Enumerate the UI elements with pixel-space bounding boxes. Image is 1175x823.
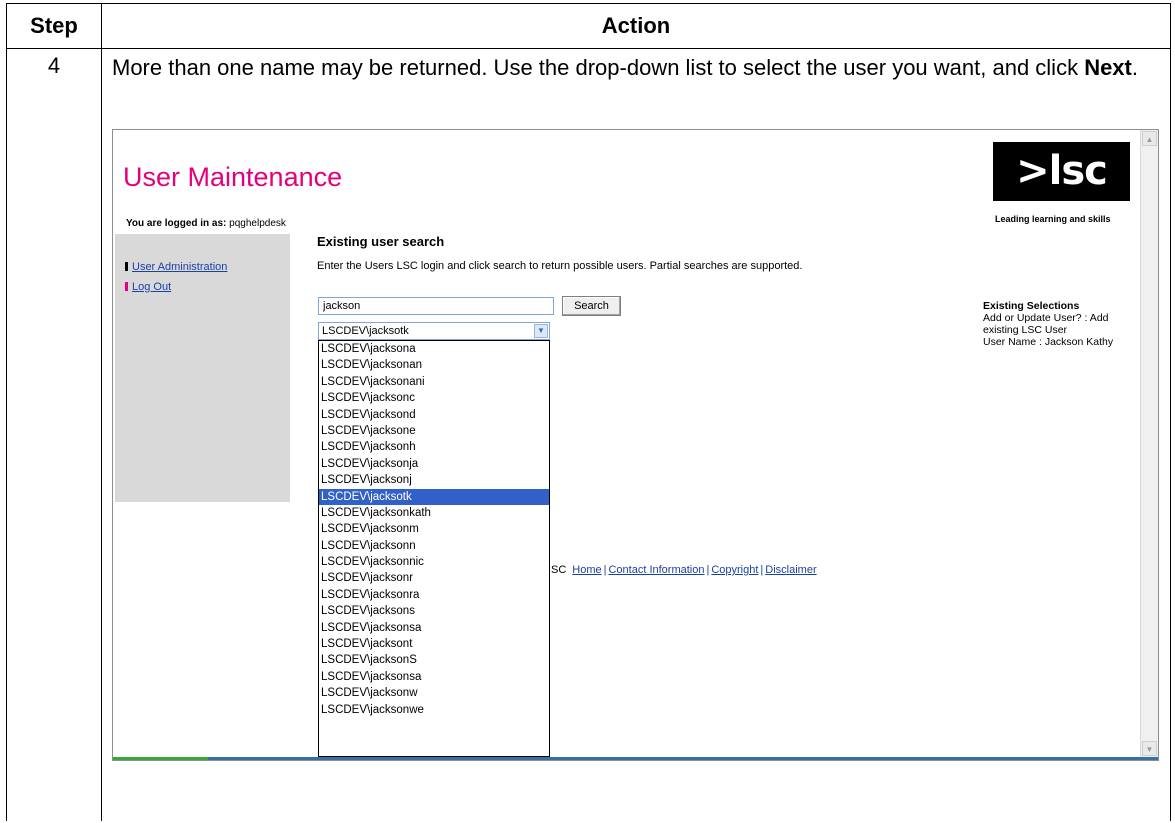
dropdown-option[interactable]: LSCDEV\jacksonnic [319, 554, 549, 570]
search-button[interactable]: Search [562, 296, 621, 316]
dropdown-option[interactable]: LSCDEV\jacksonsa [319, 620, 549, 636]
dropdown-option[interactable]: LSCDEV\jacksonra [319, 587, 549, 603]
footer-link-disclaimer[interactable]: Disclaimer [765, 564, 816, 576]
action-cell: More than one name may be returned. Use … [101, 48, 1171, 821]
header-action: Action [101, 3, 1171, 49]
dropdown-option[interactable]: LSCDEV\jacksonn [319, 538, 549, 554]
scroll-down-icon[interactable]: ▼ [1142, 741, 1157, 756]
instruction-end: . [1131, 55, 1138, 80]
step-cell: 4 [6, 48, 102, 821]
existing-selections-line1: Add or Update User? : Add existing LSC U… [983, 312, 1109, 336]
dropdown-option[interactable]: LSCDEV\jacksonm [319, 521, 549, 537]
dropdown-option[interactable]: LSCDEV\jacksonh [319, 439, 549, 455]
dropdown-option[interactable]: LSCDEV\jacksonani [319, 374, 549, 390]
dropdown-option[interactable]: LSCDEV\jacksone [319, 423, 549, 439]
dropdown-option[interactable]: LSCDEV\jacksona [319, 341, 549, 357]
vertical-scrollbar[interactable]: ▲ ▼ [1140, 130, 1158, 757]
bottom-bar-accent [113, 757, 208, 760]
lsc-logo: >lsc [993, 142, 1130, 201]
bottom-bar [113, 757, 1158, 760]
dropdown-option[interactable]: LSCDEV\jacksonwe [319, 702, 549, 718]
dropdown-option[interactable]: LSCDEV\jacksotk [319, 488, 549, 505]
header-step: Step [6, 3, 102, 49]
search-input[interactable] [318, 297, 554, 315]
sidebar-item-label: User Administration [132, 261, 228, 273]
instruction-text: More than one name may be returned. Use … [112, 55, 1085, 80]
step-row: 4 More than one name may be returned. Us… [6, 48, 1171, 821]
dropdown-option[interactable]: LSCDEV\jacksonw [319, 685, 549, 701]
footer-separator: | [760, 564, 764, 576]
footer-separator: | [603, 564, 607, 576]
bullet-icon [125, 282, 128, 291]
chevron-down-icon[interactable]: ▼ [534, 324, 548, 338]
dropdown-options: LSCDEV\jacksona LSCDEV\jacksonan LSCDEV\ja… [319, 341, 549, 718]
sidebar-item-log-out[interactable]: Log Out [125, 281, 171, 293]
dropdown-option[interactable]: LSCDEV\jacksonj [319, 472, 549, 488]
logged-in-user: pqghelpdesk [229, 218, 286, 229]
logged-in-label: You are logged in as: [126, 218, 227, 229]
user-select[interactable]: LSCDEV\jacksotk ▼ [318, 322, 550, 340]
dropdown-option[interactable]: LSCDEV\jacksonr [319, 570, 549, 586]
dropdown-option[interactable]: LSCDEV\jacksond [319, 407, 549, 423]
logo-tagline: Leading learning and skills [995, 214, 1111, 224]
footer-links: SC Home | Contact Information | Copyright | Dis… [551, 564, 817, 576]
footer-separator: | [706, 564, 710, 576]
user-select-value: LSCDEV\jacksotk [322, 325, 409, 337]
footer-link-copyright[interactable]: Copyright [711, 564, 758, 576]
bullet-icon [125, 262, 128, 271]
logged-in-info: You are logged in as: pqghelpdesk [126, 218, 286, 229]
sidebar-item-user-administration[interactable]: User Administration [125, 261, 227, 273]
dropdown-option[interactable]: LSCDEV\jacksonja [319, 456, 549, 472]
dropdown-option[interactable]: LSCDEV\jacksonS [319, 652, 549, 668]
dropdown-option[interactable]: LSCDEV\jacksonsa [319, 669, 549, 685]
page-title: User Maintenance [123, 162, 343, 192]
embedded-screenshot: User Maintenance You are logged in as: p… [112, 129, 1159, 761]
dropdown-option[interactable]: LSCDEV\jacksonc [319, 390, 549, 406]
header-row: Step Action [6, 3, 1171, 49]
existing-selections-title: Existing Selections [983, 300, 1080, 312]
step-number: 4 [47, 53, 61, 78]
dropdown-option[interactable]: LSCDEV\jacksons [319, 603, 549, 619]
action-instruction: More than one name may be returned. Use … [102, 49, 1170, 83]
existing-selections-line2: User Name : Jackson Kathy [983, 336, 1114, 348]
footer-prefix: SC [551, 564, 567, 576]
search-instructions: Enter the Users LSC login and click sear… [317, 260, 803, 272]
scroll-up-icon[interactable]: ▲ [1142, 131, 1157, 146]
instruction-bold-next: Next [1084, 55, 1132, 80]
footer-link-contact[interactable]: Contact Information [608, 564, 704, 576]
user-dropdown-list[interactable]: LSCDEV\jacksona LSCDEV\jacksonan LSCDEV\ja… [318, 340, 550, 757]
dropdown-option[interactable]: LSCDEV\jacksonkath [319, 505, 549, 521]
footer-link-home[interactable]: Home [572, 564, 601, 576]
sidebar: User Administration Log Out [115, 234, 290, 502]
existing-selections: Existing Selections Add or Update User? … [983, 300, 1133, 348]
section-title: Existing user search [317, 234, 445, 249]
dropdown-option[interactable]: LSCDEV\jacksonan [319, 357, 549, 373]
document-table: Step Action 4 More than one name may be … [6, 3, 1171, 821]
dropdown-option[interactable]: LSCDEV\jacksont [319, 636, 549, 652]
sidebar-item-label: Log Out [132, 281, 172, 293]
